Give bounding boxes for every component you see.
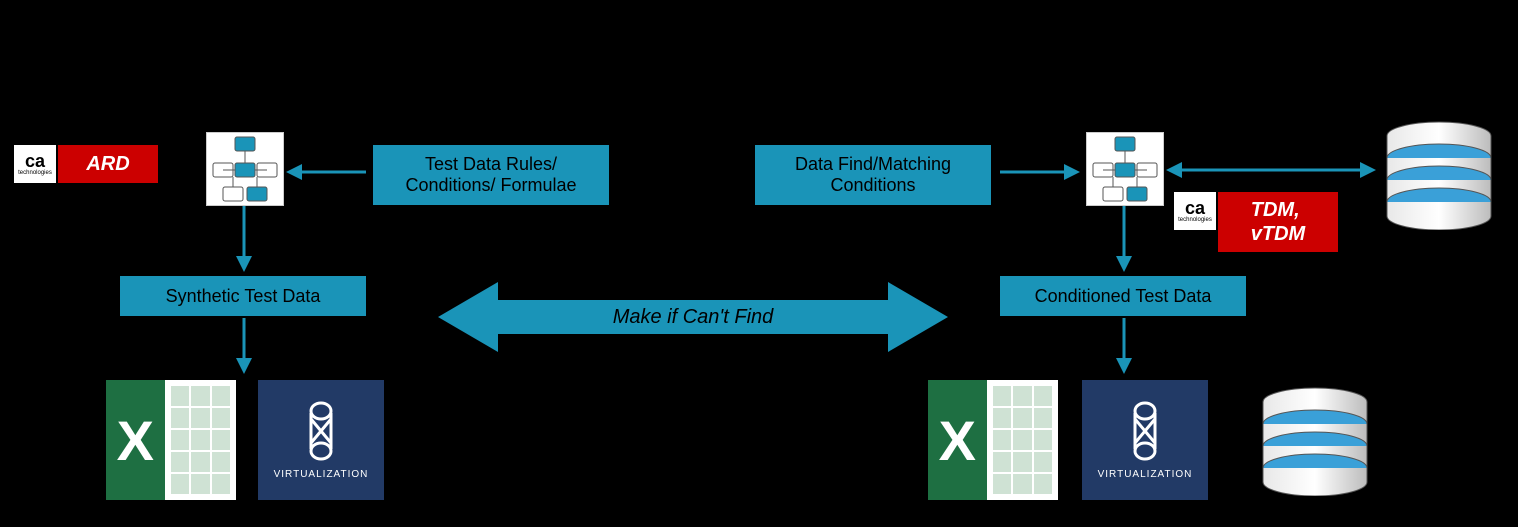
ca-logo-sub: technologies: [18, 170, 52, 176]
excel-x-right: X: [928, 380, 987, 500]
tdm-label: TDM, vTDM: [1251, 198, 1305, 246]
matching-box-text: Data Find/Matching Conditions: [795, 154, 951, 196]
flowchart-icon-right: [1086, 132, 1164, 206]
arrow-flowchart-down-right: [1114, 206, 1134, 272]
virt-label-left: VIRTUALIZATION: [274, 469, 369, 480]
virtualization-icon-left: VIRTUALIZATION: [258, 380, 384, 500]
make-if-cant-find-arrow: Make if Can't Find: [438, 282, 948, 352]
ard-label: ARD: [86, 153, 129, 176]
arrow-flowchart-db: [1166, 160, 1376, 180]
ca-logo-left: ca technologies: [14, 145, 56, 183]
excel-x-left: X: [106, 380, 165, 500]
matching-box: Data Find/Matching Conditions: [755, 145, 991, 205]
database-icon-bottom: [1256, 386, 1374, 496]
virtualization-icon-right: VIRTUALIZATION: [1082, 380, 1208, 500]
synthetic-box: Synthetic Test Data: [120, 276, 366, 316]
arrow-flowchart-down-left: [234, 206, 254, 272]
database-icon-top: [1380, 120, 1498, 230]
ca-logo-sub-right: technologies: [1178, 217, 1212, 223]
ca-logo-text-right: ca: [1185, 199, 1205, 217]
rules-box: Test Data Rules/ Conditions/ Formulae: [373, 145, 609, 205]
conditioned-box-text: Conditioned Test Data: [1035, 286, 1212, 307]
arrow-matching-to-flowchart: [996, 162, 1080, 182]
synthetic-box-text: Synthetic Test Data: [166, 286, 321, 307]
make-if-cant-find-text: Make if Can't Find: [613, 306, 774, 329]
flowchart-icon-left: [206, 132, 284, 206]
ard-badge: ARD: [58, 145, 158, 183]
tdm-badge: TDM, vTDM: [1218, 192, 1338, 252]
ca-logo-text: ca: [25, 152, 45, 170]
excel-grid-left: [165, 380, 237, 500]
rules-box-text: Test Data Rules/ Conditions/ Formulae: [405, 154, 576, 196]
virt-label-right: VIRTUALIZATION: [1098, 469, 1193, 480]
excel-icon-left: X: [106, 380, 236, 500]
arrow-synthetic-down: [234, 318, 254, 374]
conditioned-box: Conditioned Test Data: [1000, 276, 1246, 316]
excel-grid-right: [987, 380, 1059, 500]
ca-logo-right: ca technologies: [1174, 192, 1216, 230]
excel-icon-right: X: [928, 380, 1058, 500]
arrow-rules-to-flowchart: [286, 162, 370, 182]
arrow-conditioned-down: [1114, 318, 1134, 374]
